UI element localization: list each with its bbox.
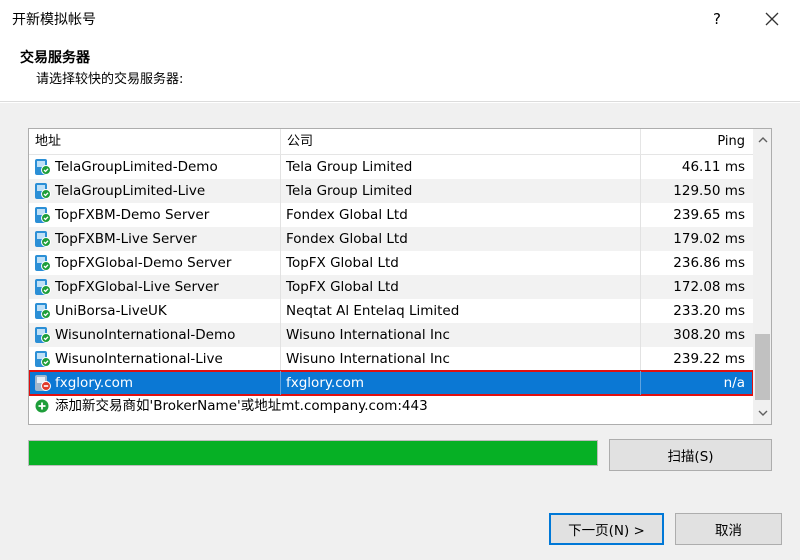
cell-address: TelaGroupLimited-Live <box>29 179 281 203</box>
chevron-up-icon <box>758 137 767 143</box>
add-broker-row[interactable]: 添加新交易商如'BrokerName'或地址mt.company.com:443 <box>29 395 753 419</box>
list-rows: TelaGroupLimited-Demo Tela Group Limited… <box>29 155 754 419</box>
progress-fill <box>29 441 597 465</box>
table-row[interactable]: TelaGroupLimited-Demo Tela Group Limited… <box>29 155 753 179</box>
cell-ping: 233.20 ms <box>673 303 745 319</box>
page-subtitle: 请选择较快的交易服务器: <box>36 72 184 87</box>
cell-ping: 239.65 ms <box>673 207 745 223</box>
list-header: 地址 公司 Ping <box>29 129 753 155</box>
cell-address: TopFXBM-Demo Server <box>29 203 281 227</box>
cell-ping: 172.08 ms <box>673 279 745 295</box>
scroll-down-button[interactable] <box>753 404 771 422</box>
cell-address: UniBorsa-LiveUK <box>29 299 281 323</box>
cell-address: TopFXBM-Live Server <box>29 227 281 251</box>
next-button[interactable]: 下一页(N) > <box>549 513 664 545</box>
cell-ping: 236.86 ms <box>673 255 745 271</box>
cell-company: fxglory.com <box>281 371 641 395</box>
cell-ping: 239.22 ms <box>673 351 745 367</box>
cell-company: Fondex Global Ltd <box>281 203 641 227</box>
cell-ping: 308.20 ms <box>673 327 745 343</box>
window-title: 开新模拟帐号 <box>12 12 96 28</box>
cell-company: TopFX Global Ltd <box>281 251 641 275</box>
wizard-header: 交易服务器 请选择较快的交易服务器: <box>0 38 800 102</box>
cell-company: Wisuno International Inc <box>281 323 641 347</box>
table-row[interactable]: UniBorsa-LiveUK Neqtat Al Entelaq Limite… <box>29 299 753 323</box>
cell-ping: 129.50 ms <box>673 183 745 199</box>
chevron-down-icon <box>758 410 767 416</box>
cell-company: TopFX Global Ltd <box>281 275 641 299</box>
cell-address: TelaGroupLimited-Demo <box>29 155 281 179</box>
cell-address: WisunoInternational-Live <box>29 347 281 371</box>
title-bar: 开新模拟帐号 ? <box>0 0 800 38</box>
cell-address: TopFXGlobal-Demo Server <box>29 251 281 275</box>
table-row[interactable]: TelaGroupLimited-Live Tela Group Limited… <box>29 179 753 203</box>
cell-ping: 46.11 ms <box>681 159 745 175</box>
cell-address: WisunoInternational-Demo <box>29 323 281 347</box>
add-broker-label: 添加新交易商如'BrokerName'或地址mt.company.com:443 <box>55 398 428 414</box>
cancel-button[interactable]: 取消 <box>675 513 782 545</box>
table-row[interactable]: WisunoInternational-Live Wisuno Internat… <box>29 347 753 371</box>
close-icon <box>765 12 779 26</box>
column-header-address[interactable]: 地址 <box>29 129 281 155</box>
table-row[interactable]: TopFXGlobal-Live Server TopFX Global Ltd… <box>29 275 753 299</box>
scroll-thumb[interactable] <box>755 334 770 400</box>
scan-button[interactable]: 扫描(S) <box>609 439 772 471</box>
table-row[interactable]: TopFXBM-Demo Server Fondex Global Ltd 23… <box>29 203 753 227</box>
cell-company: Wisuno International Inc <box>281 347 641 371</box>
cell-company: Fondex Global Ltd <box>281 227 641 251</box>
help-button[interactable]: ? <box>700 0 734 38</box>
cell-company: Tela Group Limited <box>281 179 641 203</box>
scan-progress-bar <box>28 440 598 466</box>
table-row[interactable]: TopFXGlobal-Demo Server TopFX Global Ltd… <box>29 251 753 275</box>
cell-company: Tela Group Limited <box>281 155 641 179</box>
vertical-scrollbar[interactable] <box>753 129 771 424</box>
table-row[interactable]: WisunoInternational-Demo Wisuno Internat… <box>29 323 753 347</box>
wizard-content: 地址 公司 Ping TelaGroupLimited-Demo Tela Gr… <box>0 103 800 560</box>
page-title: 交易服务器 <box>20 50 90 66</box>
server-list[interactable]: 地址 公司 Ping TelaGroupLimited-Demo Tela Gr… <box>28 128 772 425</box>
table-row[interactable]: TopFXBM-Live Server Fondex Global Ltd 17… <box>29 227 753 251</box>
column-header-company[interactable]: 公司 <box>281 129 641 155</box>
scroll-up-button[interactable] <box>753 131 771 149</box>
cell-address: fxglory.com <box>29 371 281 395</box>
cell-ping: 179.02 ms <box>673 231 745 247</box>
table-row-selected[interactable]: fxglory.com fxglory.com n/a <box>29 370 754 396</box>
add-circle-icon <box>35 399 49 413</box>
cell-address: TopFXGlobal-Live Server <box>29 275 281 299</box>
close-button[interactable] <box>752 0 792 38</box>
cell-company: Neqtat Al Entelaq Limited <box>281 299 641 323</box>
cell-ping: n/a <box>723 375 745 391</box>
column-header-ping[interactable]: Ping <box>641 129 753 155</box>
